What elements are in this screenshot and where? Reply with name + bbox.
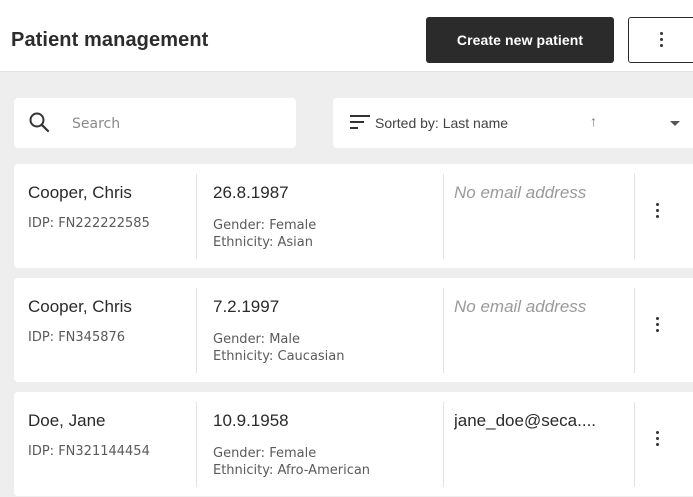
divider	[634, 288, 635, 373]
search-icon	[29, 112, 50, 133]
patient-ethnicity: Ethnicity: Caucasian	[213, 349, 345, 364]
sort-icon	[350, 115, 370, 129]
patient-email: jane_doe@seca....	[454, 411, 597, 430]
patient-gender: Gender: Female	[213, 446, 317, 461]
divider	[196, 288, 197, 373]
divider	[196, 174, 197, 259]
search-placeholder: Search	[72, 116, 121, 132]
patient-idp: IDP: FN345876	[28, 330, 126, 345]
patient-card[interactable]: Doe, Jane IDP: FN321144454 10.9.1958 Gen…	[14, 392, 693, 496]
patient-gender: Gender: Female	[213, 218, 317, 233]
sort-label: Sorted by: Last name	[375, 115, 509, 131]
page-title: Patient management	[11, 29, 209, 51]
patient-dob: 10.9.1958	[213, 411, 289, 430]
patient-dob: 26.8.1987	[213, 183, 289, 202]
row-more-icon[interactable]	[652, 317, 664, 339]
app-header: Patient management Create new patient	[0, 0, 693, 72]
more-options-button[interactable]	[628, 17, 693, 63]
patient-idp: IDP: FN321144454	[28, 444, 150, 459]
divider	[196, 402, 197, 487]
sort-dropdown[interactable]: Sorted by: Last name ↑	[333, 98, 693, 148]
patient-name: Doe, Jane	[28, 411, 106, 430]
row-more-icon[interactable]	[652, 203, 664, 225]
patient-ethnicity: Ethnicity: Afro-American	[213, 463, 371, 478]
patient-dob: 7.2.1997	[213, 297, 280, 316]
row-more-icon[interactable]	[652, 431, 664, 453]
patient-card[interactable]: Cooper, Chris IDP: FN222222585 26.8.1987…	[14, 164, 693, 268]
patient-ethnicity: Ethnicity: Asian	[213, 235, 314, 250]
divider	[634, 402, 635, 487]
divider	[443, 288, 444, 373]
patient-name: Cooper, Chris	[28, 297, 132, 316]
divider	[443, 402, 444, 487]
patient-name: Cooper, Chris	[28, 183, 132, 202]
more-vert-icon	[660, 32, 664, 48]
patient-idp: IDP: FN222222585	[28, 216, 150, 231]
patient-email: No email address	[454, 183, 587, 202]
divider	[443, 174, 444, 259]
patient-gender: Gender: Male	[213, 332, 300, 347]
chevron-down-icon[interactable]	[670, 121, 680, 126]
divider	[634, 174, 635, 259]
search-input[interactable]: Search	[14, 98, 296, 148]
create-new-patient-button[interactable]: Create new patient	[426, 17, 614, 63]
patient-card[interactable]: Cooper, Chris IDP: FN345876 7.2.1997 Gen…	[14, 278, 693, 382]
patient-email: No email address	[454, 297, 587, 316]
sort-direction-icon[interactable]: ↑	[590, 113, 597, 129]
